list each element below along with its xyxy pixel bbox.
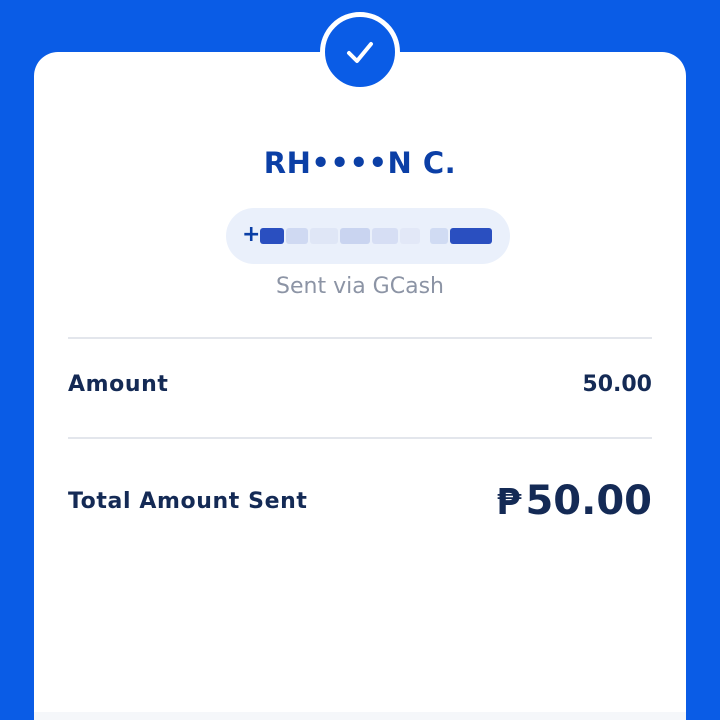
recipient-name: RH••••N C.	[263, 146, 457, 180]
amount-label: Amount	[68, 372, 169, 397]
success-check-badge	[320, 12, 400, 92]
peso-symbol: ₱	[496, 482, 522, 523]
divider-middle	[68, 437, 652, 439]
card-bottom-strip	[34, 712, 686, 720]
total-amount-label: Total Amount Sent	[68, 489, 308, 514]
recipient-phone-pill: +	[226, 208, 510, 264]
sent-via-label: Sent via GCash	[276, 274, 444, 299]
total-amount-number: 50.00	[525, 478, 652, 524]
divider-top	[68, 337, 652, 339]
amount-value: 50.00	[582, 372, 652, 397]
total-amount-value: ₱ 50.00	[496, 478, 652, 524]
phone-prefix: +	[242, 222, 261, 247]
check-icon	[347, 42, 373, 63]
